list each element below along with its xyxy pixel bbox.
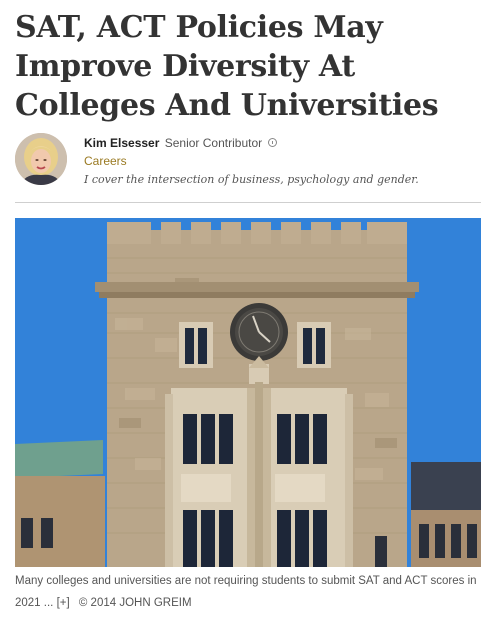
image-caption: Many colleges and universities are not r… <box>15 570 485 614</box>
section-link-careers[interactable]: Careers <box>84 153 127 169</box>
info-icon[interactable] <box>268 138 278 147</box>
hero-image[interactable] <box>15 218 481 567</box>
caption-expand-button[interactable]: [+] <box>57 597 70 609</box>
article-headline: SAT, ACT Policies May Improve Diversity … <box>15 10 439 123</box>
byline-divider <box>15 202 481 203</box>
author-role: Senior Contributor <box>164 136 263 150</box>
photo-credit: © 2014 JOHN GREIM <box>78 597 192 609</box>
author-details: Kim Elsesser Senior Contributor Careers … <box>84 135 484 188</box>
author-bio: I cover the intersection of business, ps… <box>84 173 419 186</box>
author-avatar[interactable] <box>15 133 67 185</box>
author-byline: Kim Elsesser Senior Contributor Careers … <box>15 133 485 188</box>
author-name-link[interactable]: Kim Elsesser <box>84 136 159 150</box>
college-tower-photo <box>15 218 481 567</box>
author-line: Kim Elsesser Senior Contributor <box>84 135 484 151</box>
author-portrait-image <box>15 133 67 185</box>
